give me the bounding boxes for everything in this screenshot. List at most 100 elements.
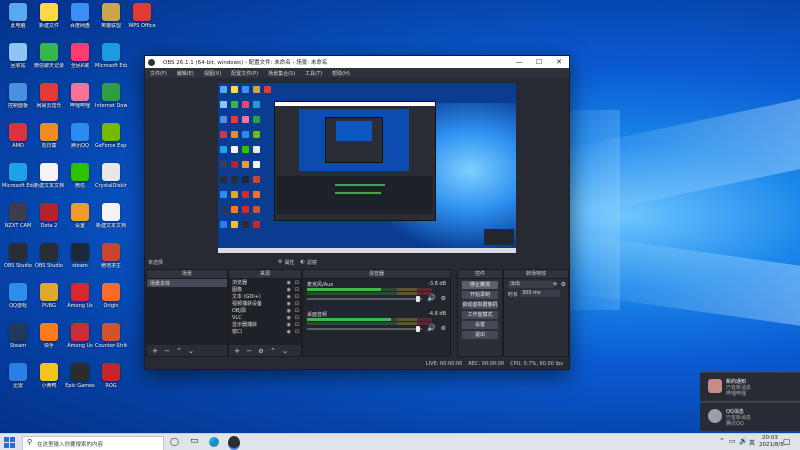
lock-icon[interactable]: ⊡ <box>295 308 299 314</box>
taskbar-search-box[interactable]: ⚲ 在这里输入你要搜索的内容 <box>22 436 164 450</box>
source-item[interactable]: 窗口 ◉ ⊡ <box>229 328 301 336</box>
desktop-icon[interactable]: 小黄鸭 <box>33 363 65 389</box>
desktop-icon[interactable]: 控制面板 <box>2 83 34 109</box>
desktop-icon[interactable]: 微信聊天记录 <box>33 43 65 69</box>
obs-window[interactable]: OBS 26.1.1 (64-bit, windows) - 配置文件: 未命名… <box>144 55 570 370</box>
obs-titlebar[interactable]: OBS 26.1.1 (64-bit, windows) - 配置文件: 未命名… <box>145 56 569 68</box>
lock-icon[interactable]: ⊡ <box>295 301 299 307</box>
desktop-icon[interactable]: 哔哩哔哩 <box>64 83 96 109</box>
menu-view[interactable]: 视图(V) <box>199 70 226 77</box>
desktop-icon[interactable]: 快手 <box>33 323 65 349</box>
desktop-icon[interactable]: 新建文本文档 <box>95 203 127 229</box>
desktop-icon[interactable]: steam <box>64 243 96 269</box>
lock-icon[interactable]: ⊡ <box>295 322 299 328</box>
menu-tools[interactable]: 工具(T) <box>300 70 327 77</box>
source-item[interactable]: 浏览器 ◉ ⊡ <box>229 279 301 287</box>
desktop-icon[interactable]: 新建文本文档 <box>33 163 65 189</box>
task-view-icon[interactable]: ▭ <box>190 436 199 446</box>
move-down-icon[interactable]: ⌄ <box>185 347 197 355</box>
gear-icon[interactable]: ⚙ <box>255 348 267 355</box>
gear-icon[interactable]: ⚙ <box>278 259 282 265</box>
remove-icon[interactable]: − <box>161 347 173 355</box>
network-icon[interactable]: ▭ <box>729 437 736 445</box>
add-icon[interactable]: + <box>149 347 161 355</box>
add-icon[interactable]: + <box>231 347 243 355</box>
tray-up-icon[interactable]: ⌃ <box>719 437 725 445</box>
desktop-icon[interactable]: Among Us <box>64 323 96 349</box>
move-down-icon[interactable]: ⌄ <box>279 347 291 355</box>
desktop-icon[interactable]: 百度网盘 <box>64 3 96 29</box>
gear-icon[interactable]: ⚙ <box>561 281 566 288</box>
ime-indicator[interactable]: 英 <box>749 438 755 447</box>
filter-icon[interactable]: ◐ <box>301 259 305 265</box>
desktop-icon[interactable]: Microsoft Edge <box>2 163 34 189</box>
desktop-icon[interactable]: 设置 <box>64 203 96 229</box>
speaker-icon[interactable]: 🔊 <box>427 324 436 332</box>
add-icon[interactable]: + <box>552 280 558 288</box>
desktop-icon[interactable]: GeForce Experience <box>95 123 127 149</box>
gear-icon[interactable]: ⚙ <box>441 325 446 332</box>
eye-icon[interactable]: ◉ <box>287 287 291 293</box>
desktop-icon[interactable]: Steam <box>2 323 34 349</box>
desktop-icon[interactable]: 迅雷 <box>2 363 34 389</box>
control-button[interactable]: 工作室模式 <box>462 311 498 319</box>
lock-icon[interactable]: ⊡ <box>295 315 299 321</box>
lock-icon[interactable]: ⊡ <box>295 329 299 335</box>
scenes-list[interactable]: 场景本体 <box>147 279 227 345</box>
desktop-icon[interactable]: 腾讯QQ <box>64 123 96 149</box>
menu-edit[interactable]: 编辑(E) <box>172 70 199 77</box>
gear-icon[interactable]: ⚙ <box>441 295 446 302</box>
menu-profile[interactable]: 配置文件(P) <box>226 70 263 77</box>
source-item[interactable]: 文本 (GDI+) ◉ ⊡ <box>229 293 301 301</box>
control-button[interactable]: 退出 <box>462 331 498 339</box>
desktop-icon[interactable]: Microsoft Edge <box>95 43 127 69</box>
volume-slider[interactable] <box>307 298 422 300</box>
lock-icon[interactable]: ⊡ <box>295 280 299 286</box>
transition-select[interactable]: 淡出 <box>508 281 554 288</box>
maximize-button[interactable]: ☐ <box>529 58 549 66</box>
desktop-icon[interactable]: Dota 2 <box>33 203 65 229</box>
source-item[interactable]: 视频捕获设备 ◉ ⊡ <box>229 300 301 308</box>
move-up-icon[interactable]: ⌃ <box>173 347 185 355</box>
edge-taskbar-icon[interactable] <box>209 437 219 447</box>
scene-item[interactable]: 场景本体 <box>147 279 227 287</box>
close-button[interactable]: ✕ <box>549 58 569 66</box>
desktop-icon[interactable]: OBS Studio <box>2 243 34 269</box>
source-item[interactable]: VLC ◉ ⊡ <box>229 314 301 321</box>
eye-icon[interactable]: ◉ <box>287 308 291 314</box>
desktop-icon[interactable]: AMD <box>2 123 34 149</box>
eye-icon[interactable]: ◉ <box>287 329 291 335</box>
desktop-icon[interactable]: Among Us <box>64 283 96 309</box>
desktop-icon[interactable]: 向日葵 <box>33 123 65 149</box>
control-button[interactable]: 开始录制 <box>462 291 498 299</box>
lock-icon[interactable]: ⊡ <box>295 287 299 293</box>
clock-time[interactable]: 20:03 <box>762 435 778 441</box>
desktop-icon[interactable]: 微信 <box>64 163 96 189</box>
desktop-icon[interactable]: WPS Office <box>126 3 158 29</box>
volume-slider-handle[interactable] <box>416 296 420 302</box>
desktop-icon[interactable]: Epic Games <box>64 363 96 389</box>
eye-icon[interactable]: ◉ <box>287 315 291 321</box>
sources-list[interactable]: 浏览器 ◉ ⊡ 图像 ◉ ⊡ 文本 (GDI+) ◉ ⊡ 视频捕获设备 ◉ ⊡ OBJ源 ◉ ⊡ VLC ◉ ⊡ 显… <box>229 279 301 345</box>
source-item[interactable]: 图像 ◉ ⊡ <box>229 286 301 294</box>
desktop-icon[interactable]: 全民K歌 <box>64 43 96 69</box>
desktop-icon[interactable]: 英雄联盟 <box>95 3 127 29</box>
clock-date[interactable]: 2021/8/5 <box>759 442 784 448</box>
source-item[interactable]: 显示器捕获 ◉ ⊡ <box>229 321 301 329</box>
desktop-icon[interactable]: 新建文件 <box>33 3 65 29</box>
scene-properties-button[interactable]: 属性 <box>284 259 294 266</box>
move-up-icon[interactable]: ⌃ <box>267 347 279 355</box>
remove-icon[interactable]: − <box>243 347 255 355</box>
control-button[interactable]: 停止推流 <box>462 281 498 289</box>
menu-file[interactable]: 文件(F) <box>145 70 172 77</box>
windows-start-icon[interactable] <box>4 437 16 449</box>
desktop-icon[interactable]: OBS Studio <box>33 243 65 269</box>
menu-help[interactable]: 帮助(H) <box>327 70 355 77</box>
lock-icon[interactable]: ⊡ <box>295 294 299 300</box>
obs-preview[interactable] <box>218 83 516 253</box>
desktop-icon[interactable]: QQ游戏 <box>2 283 34 309</box>
speaker-icon[interactable]: 🔊 <box>427 294 436 302</box>
eye-icon[interactable]: ◉ <box>287 294 291 300</box>
scene-filters-button[interactable]: 滤镜 <box>307 259 317 266</box>
minimize-button[interactable]: — <box>509 58 529 66</box>
